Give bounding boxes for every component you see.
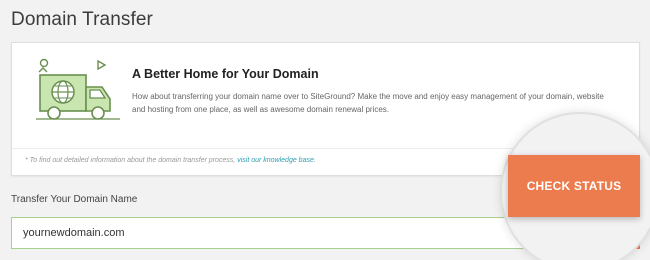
- footnote-text: * To find out detailed information about…: [25, 157, 238, 164]
- card-description: How about transferring your domain name …: [132, 92, 604, 114]
- page-title: Domain Transfer: [11, 9, 153, 30]
- card-footnote: * To find out detailed information about…: [25, 157, 316, 164]
- card-heading: A Better Home for Your Domain: [132, 67, 319, 81]
- knowledge-base-link[interactable]: visit our knowledge base: [237, 157, 314, 164]
- check-status-button[interactable]: CHECK STATUS: [508, 155, 640, 217]
- truck-globe-icon: [36, 57, 126, 129]
- domain-field-label: Transfer Your Domain Name: [11, 194, 138, 205]
- footnote-suffix: .: [313, 157, 316, 164]
